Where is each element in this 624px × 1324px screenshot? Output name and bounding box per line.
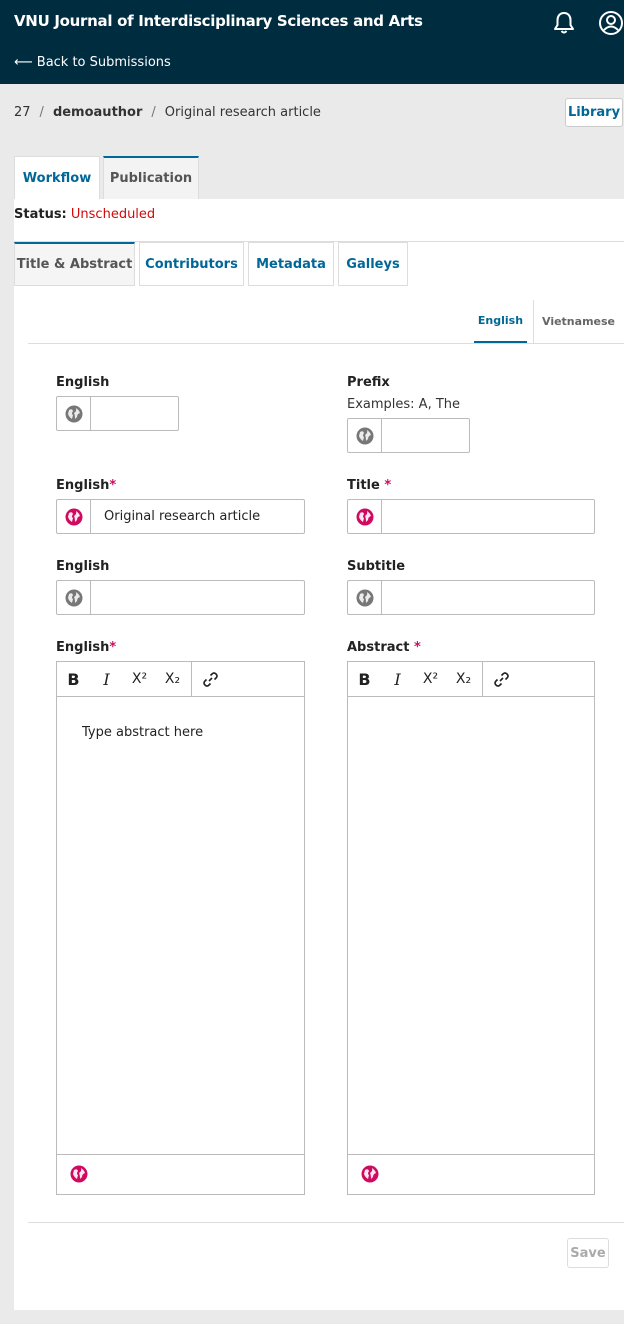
toolbar-separator xyxy=(191,661,192,697)
abstract-label: Abstract * xyxy=(347,640,421,655)
bold-button[interactable]: B xyxy=(348,662,381,697)
editor-toolbar: B I X² X₂ xyxy=(348,661,594,697)
publication-status: Status: Unscheduled xyxy=(14,207,155,222)
link-button[interactable] xyxy=(194,662,227,697)
user-account-icon[interactable] xyxy=(598,10,624,36)
globe-box xyxy=(348,419,382,452)
submission-id: 27 xyxy=(14,105,31,120)
site-title[interactable]: VNU Journal of Interdisciplinary Science… xyxy=(14,12,423,30)
italic-button[interactable]: I xyxy=(90,662,123,697)
save-button[interactable]: Save xyxy=(567,1238,609,1268)
back-to-submissions-link[interactable]: ⟵ Back to Submissions xyxy=(14,55,171,70)
globe-icon[interactable] xyxy=(65,405,83,423)
globe-icon[interactable] xyxy=(356,427,374,445)
subtitle-label: Subtitle xyxy=(347,559,406,574)
globe-icon[interactable] xyxy=(356,508,374,526)
title-english-value: Original research article xyxy=(104,509,261,524)
status-label: Status: xyxy=(14,207,67,222)
breadcrumb: 27/demoauthor / Original research article xyxy=(14,105,321,120)
globe-icon[interactable] xyxy=(356,589,374,607)
title-english-label: English* xyxy=(56,478,117,493)
superscript-button[interactable]: X² xyxy=(123,662,156,697)
title-label: Title * xyxy=(347,478,392,493)
editor-toolbar: B I X² X₂ xyxy=(57,661,304,697)
editor-footer xyxy=(57,1154,304,1194)
superscript-button[interactable]: X² xyxy=(414,662,447,697)
prefix-english-input[interactable] xyxy=(56,396,179,431)
abstract-editor[interactable]: B I X² X₂ xyxy=(347,661,595,1195)
library-button[interactable]: Library xyxy=(565,98,623,127)
globe-box xyxy=(348,581,382,614)
title-english-input[interactable]: Original research article xyxy=(56,499,305,534)
abstract-english-text[interactable]: Type abstract here xyxy=(82,725,203,740)
subscript-button[interactable]: X₂ xyxy=(156,662,189,697)
globe-icon[interactable] xyxy=(70,1165,88,1183)
globe-icon[interactable] xyxy=(361,1165,379,1183)
tab-metadata[interactable]: Metadata xyxy=(248,242,334,286)
abstract-english-label: English* xyxy=(56,640,117,655)
editor-footer xyxy=(348,1154,594,1194)
divider xyxy=(28,343,624,344)
prefix-english-label: English xyxy=(56,375,110,390)
link-icon xyxy=(203,671,218,687)
tab-galleys[interactable]: Galleys xyxy=(338,242,408,286)
bell-icon[interactable] xyxy=(551,10,577,36)
top-bar: VNU Journal of Interdisciplinary Science… xyxy=(0,0,624,84)
bold-button[interactable]: B xyxy=(57,662,90,697)
globe-icon[interactable] xyxy=(65,589,83,607)
tab-contributors[interactable]: Contributors xyxy=(139,242,244,286)
toolbar-separator xyxy=(482,661,483,697)
prefix-label: Prefix xyxy=(347,375,390,390)
globe-box xyxy=(57,581,91,614)
subtitle-input[interactable] xyxy=(347,580,595,615)
prefix-hint: Examples: A, The xyxy=(347,397,461,412)
subtitle-english-label: English xyxy=(56,559,110,574)
globe-box xyxy=(57,500,91,533)
submission-title: Original research article xyxy=(164,105,321,120)
title-input[interactable] xyxy=(347,499,595,534)
link-icon xyxy=(494,671,509,687)
subtitle-english-input[interactable] xyxy=(56,580,305,615)
tab-title-abstract[interactable]: Title & Abstract xyxy=(14,242,135,286)
lang-tab-english[interactable]: English xyxy=(474,300,527,343)
globe-box xyxy=(348,500,382,533)
tab-publication[interactable]: Publication xyxy=(103,156,199,199)
link-button[interactable] xyxy=(485,662,518,697)
abstract-english-editor[interactable]: B I X² X₂ Type abstract here xyxy=(56,661,305,1195)
tab-workflow[interactable]: Workflow xyxy=(14,156,100,199)
globe-box xyxy=(57,397,91,430)
globe-icon[interactable] xyxy=(65,508,83,526)
submission-author: demoauthor xyxy=(52,105,143,120)
subscript-button[interactable]: X₂ xyxy=(447,662,480,697)
divider xyxy=(28,1222,624,1223)
prefix-input[interactable] xyxy=(347,418,470,453)
lang-tab-vietnamese[interactable]: Vietnamese xyxy=(533,300,623,343)
status-value: Unscheduled xyxy=(70,207,156,222)
italic-button[interactable]: I xyxy=(381,662,414,697)
